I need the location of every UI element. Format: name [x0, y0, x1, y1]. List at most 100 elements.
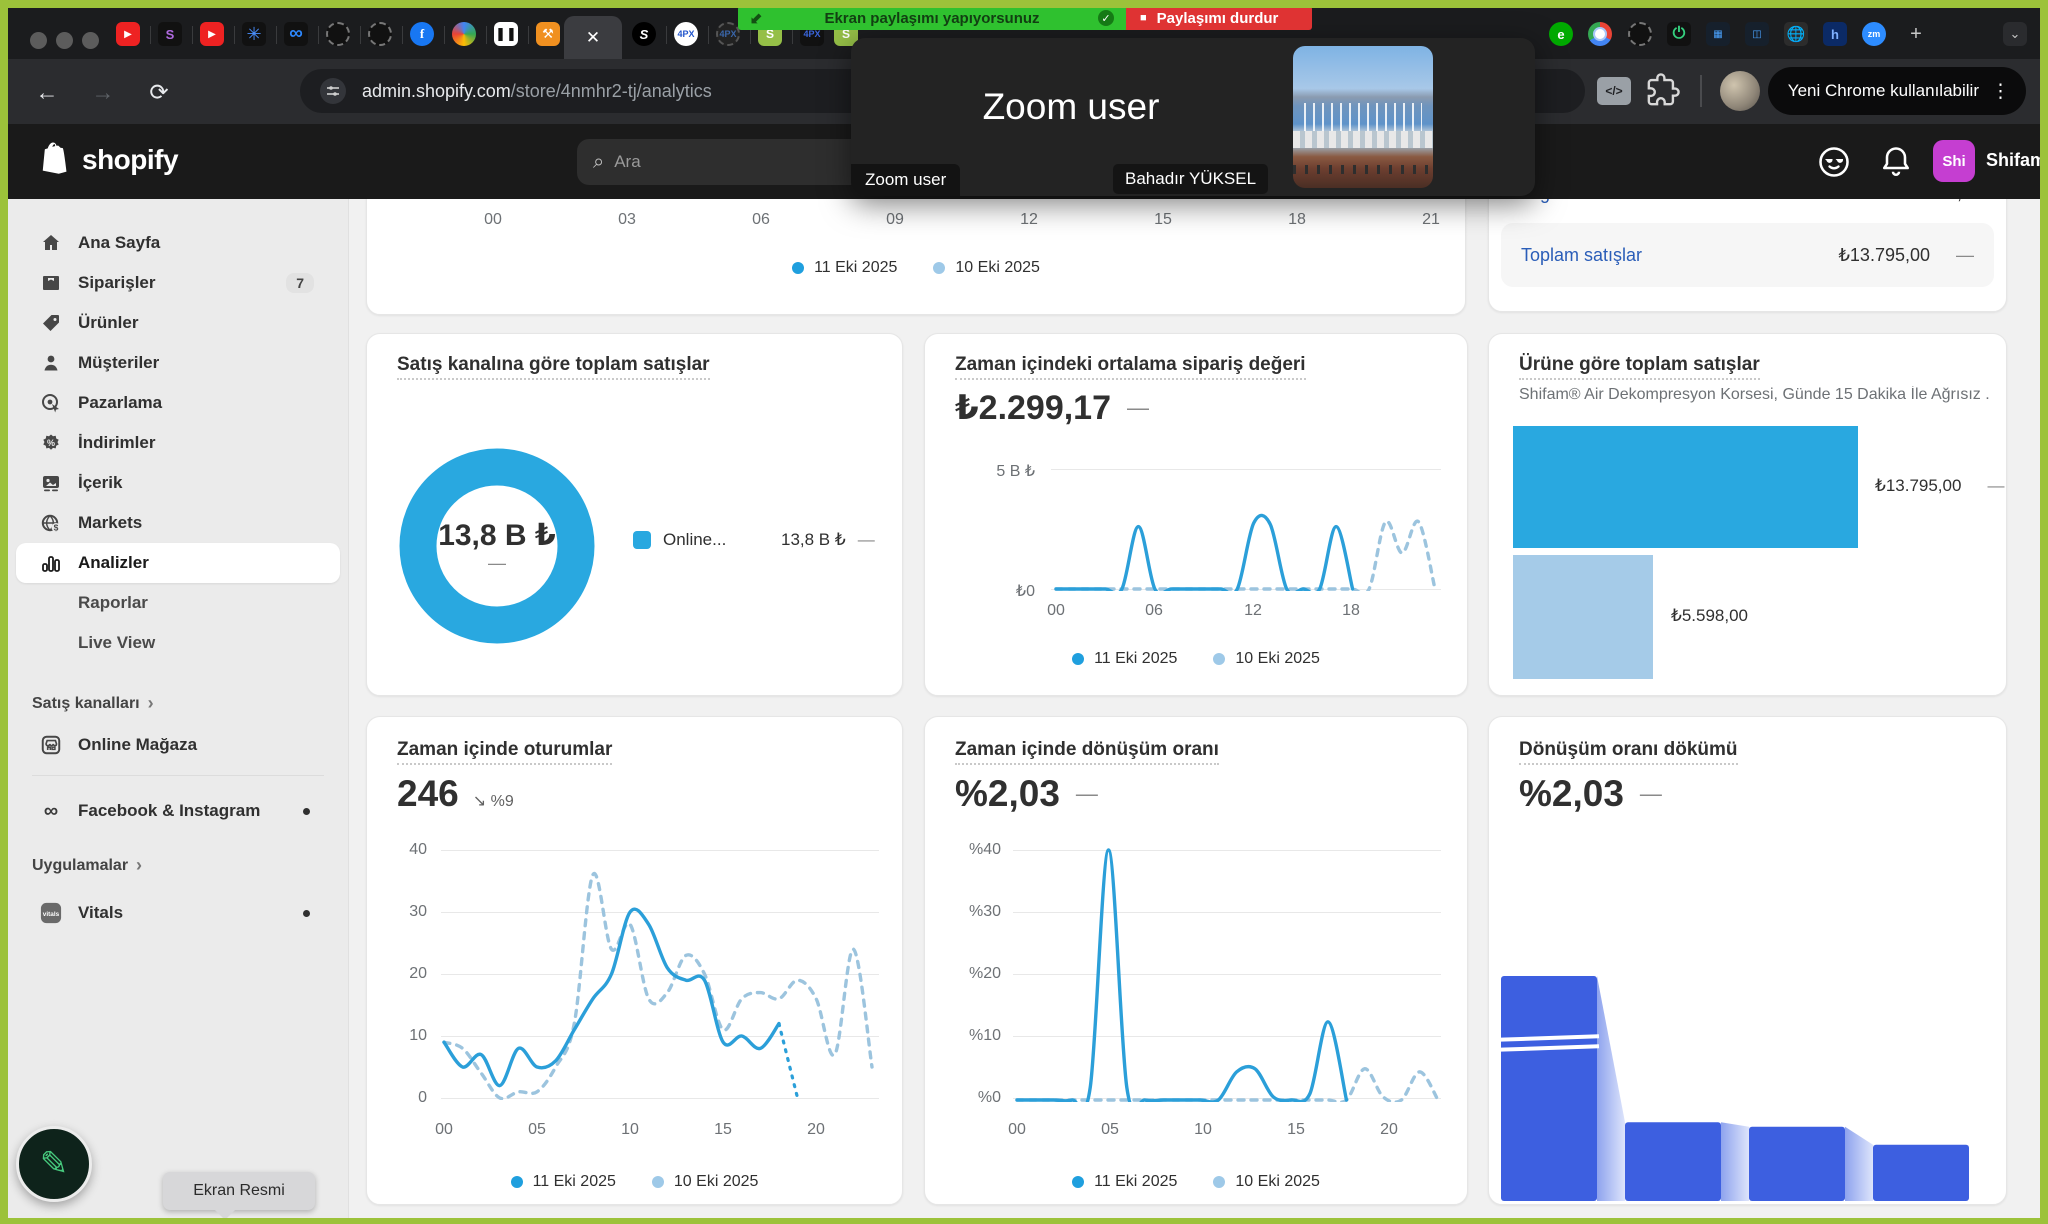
- banner-arrow-icon[interactable]: ⬋: [750, 8, 763, 28]
- zoom-participant-overlay[interactable]: Zoom user Zoom user Bahadır YÜKSEL: [851, 38, 1535, 196]
- tab-search-chevron[interactable]: ⌄: [2003, 22, 2027, 46]
- chevron-right-icon: ›: [148, 693, 154, 714]
- sidebar-item-orders[interactable]: Siparişler 7: [16, 263, 340, 303]
- legend-swatch: [633, 531, 651, 549]
- sidekick-icon[interactable]: [1816, 144, 1852, 180]
- sidebar-item-discounts[interactable]: % İndirimler: [16, 423, 340, 463]
- discount-badge-icon: %: [40, 432, 62, 454]
- window-zoom-button[interactable]: [82, 32, 99, 49]
- y-tick: 10: [367, 1027, 427, 1045]
- pencil-icon: ✎: [40, 1144, 69, 1184]
- tab-youtube2-icon[interactable]: ▶: [200, 22, 224, 46]
- forward-button[interactable]: →: [84, 73, 122, 111]
- card-title[interactable]: Zaman içinde oturumlar: [397, 739, 612, 761]
- tab-chrome-icon[interactable]: [1588, 22, 1612, 46]
- sidebar-item-online-store[interactable]: Online Mağaza: [16, 725, 340, 765]
- sidebar-item-vitals[interactable]: vitals Vitals: [16, 893, 340, 933]
- tab-zoom-icon[interactable]: zm: [1862, 22, 1886, 46]
- card-title[interactable]: Dönüşüm oranı dökümü: [1519, 739, 1738, 761]
- chrome-menu-kebab-icon[interactable]: ⋮: [1991, 80, 2010, 103]
- sidebar-item-label: Siparişler: [78, 273, 156, 293]
- tab-power-icon[interactable]: ⏻: [1667, 22, 1691, 46]
- tab-meta-icon[interactable]: ∞: [284, 22, 308, 46]
- x-tick: 12: [1020, 211, 1038, 229]
- x-tick: 00: [484, 211, 502, 229]
- total-sales-link: Toplam satışlar: [1521, 245, 1642, 266]
- sidebar-item-customers[interactable]: Müşteriler: [16, 343, 340, 383]
- y-tick: 20: [367, 965, 427, 983]
- bar-previous[interactable]: [1513, 555, 1653, 679]
- sidebar-item-home[interactable]: Ana Sayfa: [16, 223, 340, 263]
- tab-youtube-icon[interactable]: ▶: [116, 22, 140, 46]
- tab-dev2-icon[interactable]: ◫: [1745, 22, 1769, 46]
- sidebar-item-analytics[interactable]: Analizler: [16, 543, 340, 583]
- y-tick: %0: [925, 1089, 1001, 1107]
- tab-swirl-icon[interactable]: S: [632, 22, 656, 46]
- shopify-logo[interactable]: shopify: [36, 140, 178, 180]
- tab-dev1-icon[interactable]: ▦: [1706, 22, 1730, 46]
- donut-legend-row[interactable]: Online... 13,8 B ₺ —: [633, 530, 875, 550]
- sidebar-item-reports[interactable]: Raporlar: [16, 583, 340, 623]
- funnel-chart[interactable]: [1501, 976, 1998, 1202]
- card-title[interactable]: Ürüne göre toplam satışlar: [1519, 354, 1760, 376]
- sidebar-item-facebook-instagram[interactable]: ∞ Facebook & Instagram: [16, 791, 340, 831]
- card-title[interactable]: Zaman içinde dönüşüm oranı: [955, 739, 1219, 761]
- x-tick: 18: [1288, 211, 1306, 229]
- participant-video-thumbnail[interactable]: [1293, 46, 1433, 188]
- summary-row-total-sales[interactable]: Toplam satışlar ₺13.795,00 —: [1501, 223, 1994, 287]
- tab-hn-icon[interactable]: h: [1823, 22, 1847, 46]
- x-tick: 21: [1422, 211, 1440, 229]
- sidebar-item-markets[interactable]: $ Markets: [16, 503, 340, 543]
- y-tick: 0: [367, 1089, 427, 1107]
- reload-button[interactable]: ⟳: [140, 73, 178, 111]
- sidebar-item-live-view[interactable]: Live View: [16, 623, 340, 663]
- tab-e-icon[interactable]: e: [1549, 22, 1573, 46]
- chrome-update-button[interactable]: Yeni Chrome kullanılabilir ⋮: [1768, 67, 2026, 115]
- notification-dot: [303, 808, 310, 815]
- site-info-icon[interactable]: [320, 78, 346, 104]
- tab-globe-icon[interactable]: 🌐: [1784, 22, 1808, 46]
- stop-icon: ■: [1140, 12, 1147, 24]
- tab-marketplace-icon[interactable]: [326, 22, 350, 46]
- sessions-line-chart[interactable]: [436, 841, 881, 1111]
- active-tab[interactable]: ✕: [564, 16, 622, 59]
- target-icon: [40, 392, 62, 414]
- profile-avatar[interactable]: [1720, 71, 1760, 111]
- tab-marketplace2-icon[interactable]: [368, 22, 392, 46]
- stop-share-button[interactable]: ■ Paylaşımı durdur: [1126, 6, 1312, 30]
- sidebar-item-products[interactable]: Ürünler: [16, 303, 340, 343]
- tab-snowflake-icon[interactable]: ✳: [242, 22, 266, 46]
- sales-channels-header[interactable]: Satış kanalları ›: [32, 693, 154, 714]
- tab-4px-dim-icon[interactable]: 4PX: [716, 22, 740, 46]
- tab-builder-icon[interactable]: ⚒: [536, 22, 560, 46]
- apps-header[interactable]: Uygulamalar ›: [32, 855, 142, 876]
- sidebar-item-marketing[interactable]: Pazarlama: [16, 383, 340, 423]
- window-close-button[interactable]: [30, 32, 47, 49]
- notifications-bell-icon[interactable]: [1878, 144, 1914, 180]
- extensions-puzzle-icon[interactable]: [1646, 73, 1680, 107]
- new-tab-button[interactable]: +: [1904, 22, 1928, 46]
- tab-4px-icon[interactable]: 4PX: [674, 22, 698, 46]
- tab-marketplace3-icon[interactable]: [1628, 22, 1652, 46]
- conversion-line-chart[interactable]: [1011, 841, 1446, 1109]
- store-name[interactable]: Shifam: [1986, 150, 2046, 171]
- devtools-code-icon[interactable]: </>: [1597, 77, 1631, 105]
- card-title[interactable]: Satış kanalına göre toplam satışlar: [397, 354, 710, 376]
- tab-photos-icon[interactable]: [452, 22, 476, 46]
- aov-line-chart[interactable]: [1048, 461, 1443, 597]
- screenshot-annotate-button[interactable]: ✎: [16, 1126, 92, 1202]
- window-minimize-button[interactable]: [56, 32, 73, 49]
- tab-pause-icon[interactable]: ❚❚: [494, 22, 518, 46]
- card-conversion-over-time: Zaman içinde dönüşüm oranı %2,03 — %40 %…: [924, 716, 1468, 1205]
- url-path: /store/4nmhr2-tj/analytics: [511, 81, 712, 102]
- sidebar-item-content[interactable]: İçerik: [16, 463, 340, 503]
- tab-s-app-icon[interactable]: S: [158, 22, 182, 46]
- tab-facebook-icon[interactable]: f: [410, 22, 434, 46]
- store-avatar[interactable]: Shi: [1933, 140, 1975, 182]
- sidebar-item-label: Ürünler: [78, 313, 138, 333]
- sidebar-item-label: Raporlar: [78, 593, 148, 613]
- bar-current[interactable]: [1513, 426, 1858, 548]
- card-title[interactable]: Zaman içindeki ortalama sipariş değeri: [955, 354, 1306, 376]
- back-button[interactable]: ←: [28, 73, 66, 111]
- funnel-metric: %2,03: [1519, 773, 1624, 815]
